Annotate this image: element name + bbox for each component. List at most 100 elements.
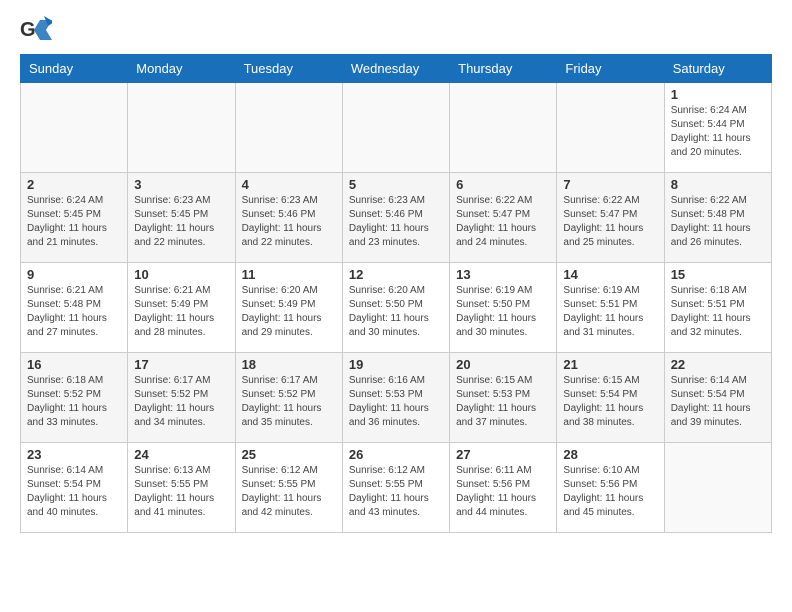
- day-number: 2: [27, 177, 121, 192]
- calendar-cell: 28 Sunrise: 6:10 AM Sunset: 5:56 PM Dayli…: [557, 443, 664, 533]
- calendar-table: SundayMondayTuesdayWednesdayThursdayFrid…: [20, 54, 772, 533]
- calendar-cell: 14 Sunrise: 6:19 AM Sunset: 5:51 PM Dayli…: [557, 263, 664, 353]
- calendar-cell: 4 Sunrise: 6:23 AM Sunset: 5:46 PM Daylig…: [235, 173, 342, 263]
- calendar-cell: 2 Sunrise: 6:24 AM Sunset: 5:45 PM Daylig…: [21, 173, 128, 263]
- page-container: G SundayMondayTuesdayWednesdayThursdayFr…: [0, 0, 792, 549]
- day-number: 8: [671, 177, 765, 192]
- calendar-cell: 13 Sunrise: 6:19 AM Sunset: 5:50 PM Dayli…: [450, 263, 557, 353]
- day-number: 3: [134, 177, 228, 192]
- day-number: 11: [242, 267, 336, 282]
- day-number: 25: [242, 447, 336, 462]
- day-number: 14: [563, 267, 657, 282]
- calendar-cell: 9 Sunrise: 6:21 AM Sunset: 5:48 PM Daylig…: [21, 263, 128, 353]
- day-number: 21: [563, 357, 657, 372]
- calendar-cell: 7Sunrise: 6:22 AM Sunset: 5:47 PM Daylig…: [557, 173, 664, 263]
- calendar-cell: [235, 83, 342, 173]
- day-info: Sunrise: 6:18 AM Sunset: 5:51 PM Dayligh…: [671, 284, 765, 340]
- calendar-week-row: 23 Sunrise: 6:14 AM Sunset: 5:54 PM Dayli…: [21, 443, 772, 533]
- calendar-cell: 1Sunrise: 6:24 AM Sunset: 5:44 PM Daylig…: [664, 83, 771, 173]
- calendar-header-wednesday: Wednesday: [342, 55, 449, 83]
- calendar-cell: 5 Sunrise: 6:23 AM Sunset: 5:46 PM Daylig…: [342, 173, 449, 263]
- day-info: Sunrise: 6:19 AM Sunset: 5:51 PM Dayligh…: [563, 284, 657, 340]
- day-info: Sunrise: 6:15 AM Sunset: 5:54 PM Dayligh…: [563, 374, 657, 430]
- calendar-cell: 12Sunrise: 6:20 AM Sunset: 5:50 PM Dayli…: [342, 263, 449, 353]
- day-number: 22: [671, 357, 765, 372]
- calendar-cell: 8 Sunrise: 6:22 AM Sunset: 5:48 PM Daylig…: [664, 173, 771, 263]
- day-number: 19: [349, 357, 443, 372]
- day-info: Sunrise: 6:11 AM Sunset: 5:56 PM Dayligh…: [456, 464, 550, 520]
- day-info: Sunrise: 6:23 AM Sunset: 5:46 PM Dayligh…: [349, 194, 443, 250]
- calendar-cell: 3 Sunrise: 6:23 AM Sunset: 5:45 PM Daylig…: [128, 173, 235, 263]
- day-number: 4: [242, 177, 336, 192]
- day-number: 26: [349, 447, 443, 462]
- day-number: 17: [134, 357, 228, 372]
- day-number: 16: [27, 357, 121, 372]
- calendar-cell: 16 Sunrise: 6:18 AM Sunset: 5:52 PM Dayli…: [21, 353, 128, 443]
- day-info: Sunrise: 6:17 AM Sunset: 5:52 PM Dayligh…: [134, 374, 228, 430]
- day-info: Sunrise: 6:17 AM Sunset: 5:52 PM Dayligh…: [242, 374, 336, 430]
- day-info: Sunrise: 6:20 AM Sunset: 5:49 PM Dayligh…: [242, 284, 336, 340]
- calendar-header-friday: Friday: [557, 55, 664, 83]
- day-number: 15: [671, 267, 765, 282]
- day-info: Sunrise: 6:12 AM Sunset: 5:55 PM Dayligh…: [349, 464, 443, 520]
- day-info: Sunrise: 6:13 AM Sunset: 5:55 PM Dayligh…: [134, 464, 228, 520]
- day-number: 5: [349, 177, 443, 192]
- calendar-week-row: 1Sunrise: 6:24 AM Sunset: 5:44 PM Daylig…: [21, 83, 772, 173]
- calendar-cell: [21, 83, 128, 173]
- day-number: 27: [456, 447, 550, 462]
- calendar-week-row: 16 Sunrise: 6:18 AM Sunset: 5:52 PM Dayli…: [21, 353, 772, 443]
- calendar-header-tuesday: Tuesday: [235, 55, 342, 83]
- day-info: Sunrise: 6:14 AM Sunset: 5:54 PM Dayligh…: [27, 464, 121, 520]
- day-info: Sunrise: 6:15 AM Sunset: 5:53 PM Dayligh…: [456, 374, 550, 430]
- calendar-cell: 23 Sunrise: 6:14 AM Sunset: 5:54 PM Dayli…: [21, 443, 128, 533]
- day-number: 7: [563, 177, 657, 192]
- day-info: Sunrise: 6:12 AM Sunset: 5:55 PM Dayligh…: [242, 464, 336, 520]
- calendar-header-thursday: Thursday: [450, 55, 557, 83]
- calendar-cell: 26 Sunrise: 6:12 AM Sunset: 5:55 PM Dayli…: [342, 443, 449, 533]
- calendar-cell: 18 Sunrise: 6:17 AM Sunset: 5:52 PM Dayli…: [235, 353, 342, 443]
- day-info: Sunrise: 6:14 AM Sunset: 5:54 PM Dayligh…: [671, 374, 765, 430]
- svg-text:G: G: [20, 19, 36, 41]
- calendar-week-row: 2 Sunrise: 6:24 AM Sunset: 5:45 PM Daylig…: [21, 173, 772, 263]
- day-number: 23: [27, 447, 121, 462]
- day-info: Sunrise: 6:21 AM Sunset: 5:49 PM Dayligh…: [134, 284, 228, 340]
- calendar-cell: [450, 83, 557, 173]
- header: G: [20, 16, 772, 44]
- calendar-cell: 17 Sunrise: 6:17 AM Sunset: 5:52 PM Dayli…: [128, 353, 235, 443]
- calendar-cell: 10Sunrise: 6:21 AM Sunset: 5:49 PM Dayli…: [128, 263, 235, 353]
- day-number: 20: [456, 357, 550, 372]
- day-info: Sunrise: 6:22 AM Sunset: 5:48 PM Dayligh…: [671, 194, 765, 250]
- day-number: 9: [27, 267, 121, 282]
- calendar-cell: [557, 83, 664, 173]
- day-info: Sunrise: 6:24 AM Sunset: 5:45 PM Dayligh…: [27, 194, 121, 250]
- day-number: 6: [456, 177, 550, 192]
- day-info: Sunrise: 6:20 AM Sunset: 5:50 PM Dayligh…: [349, 284, 443, 340]
- logo: G: [20, 16, 56, 44]
- day-number: 18: [242, 357, 336, 372]
- day-number: 1: [671, 87, 765, 102]
- day-info: Sunrise: 6:23 AM Sunset: 5:46 PM Dayligh…: [242, 194, 336, 250]
- calendar-cell: 25 Sunrise: 6:12 AM Sunset: 5:55 PM Dayli…: [235, 443, 342, 533]
- calendar-header-monday: Monday: [128, 55, 235, 83]
- calendar-cell: 24 Sunrise: 6:13 AM Sunset: 5:55 PM Dayli…: [128, 443, 235, 533]
- day-info: Sunrise: 6:10 AM Sunset: 5:56 PM Dayligh…: [563, 464, 657, 520]
- calendar-cell: 27 Sunrise: 6:11 AM Sunset: 5:56 PM Dayli…: [450, 443, 557, 533]
- calendar-cell: 19 Sunrise: 6:16 AM Sunset: 5:53 PM Dayli…: [342, 353, 449, 443]
- calendar-week-row: 9 Sunrise: 6:21 AM Sunset: 5:48 PM Daylig…: [21, 263, 772, 353]
- calendar-cell: 22 Sunrise: 6:14 AM Sunset: 5:54 PM Dayli…: [664, 353, 771, 443]
- calendar-cell: [342, 83, 449, 173]
- day-info: Sunrise: 6:16 AM Sunset: 5:53 PM Dayligh…: [349, 374, 443, 430]
- day-number: 28: [563, 447, 657, 462]
- calendar-cell: 15 Sunrise: 6:18 AM Sunset: 5:51 PM Dayli…: [664, 263, 771, 353]
- day-number: 13: [456, 267, 550, 282]
- calendar-cell: 20 Sunrise: 6:15 AM Sunset: 5:53 PM Dayli…: [450, 353, 557, 443]
- day-info: Sunrise: 6:21 AM Sunset: 5:48 PM Dayligh…: [27, 284, 121, 340]
- day-number: 24: [134, 447, 228, 462]
- calendar-cell: 6Sunrise: 6:22 AM Sunset: 5:47 PM Daylig…: [450, 173, 557, 263]
- day-info: Sunrise: 6:19 AM Sunset: 5:50 PM Dayligh…: [456, 284, 550, 340]
- day-info: Sunrise: 6:18 AM Sunset: 5:52 PM Dayligh…: [27, 374, 121, 430]
- calendar-cell: 21 Sunrise: 6:15 AM Sunset: 5:54 PM Dayli…: [557, 353, 664, 443]
- calendar-cell: 11 Sunrise: 6:20 AM Sunset: 5:49 PM Dayli…: [235, 263, 342, 353]
- calendar-header-row: SundayMondayTuesdayWednesdayThursdayFrid…: [21, 55, 772, 83]
- day-info: Sunrise: 6:23 AM Sunset: 5:45 PM Dayligh…: [134, 194, 228, 250]
